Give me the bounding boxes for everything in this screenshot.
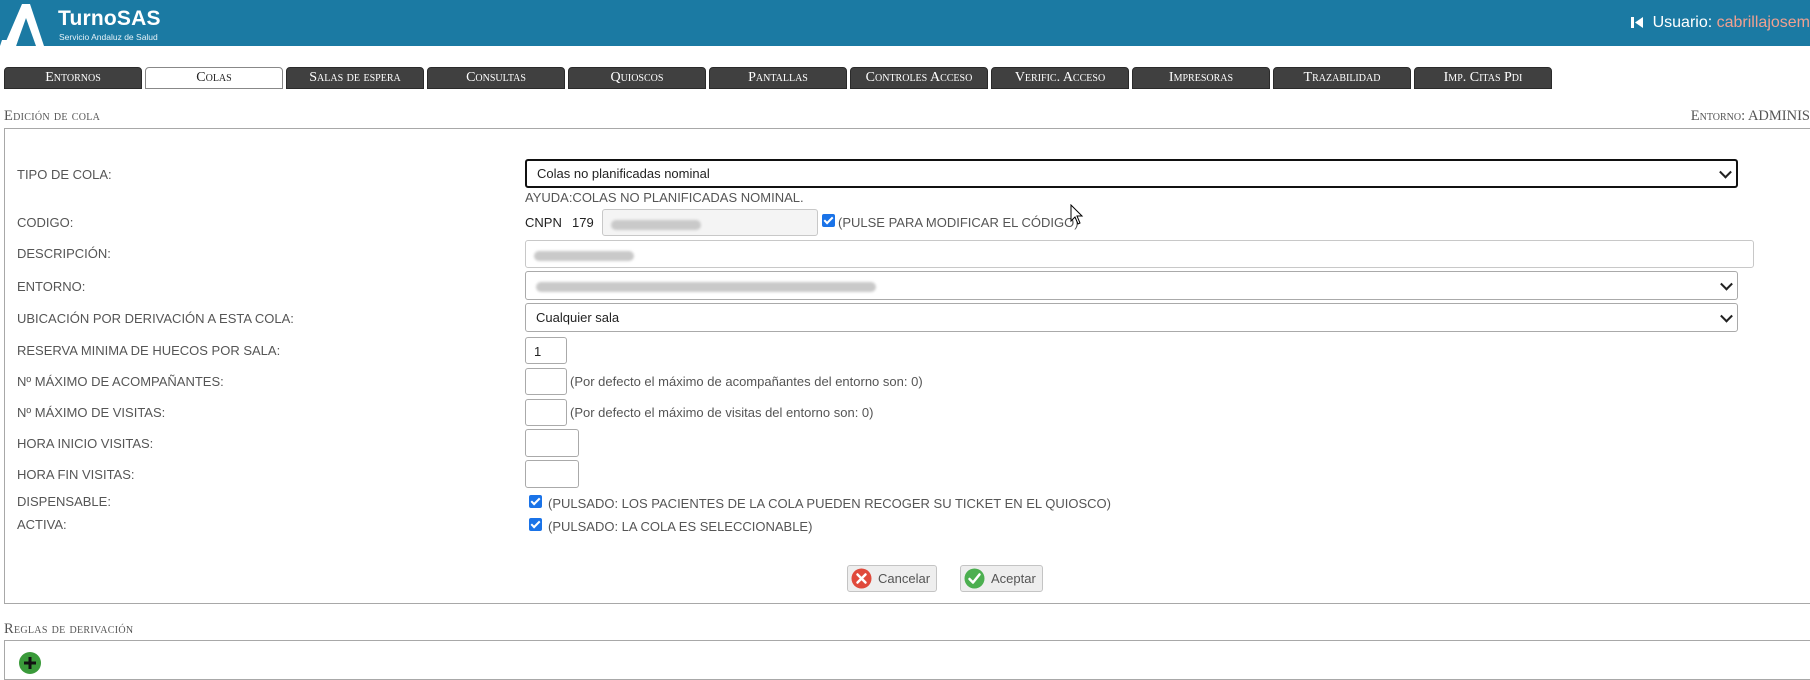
ubicacion-label: UBICACIÓN POR DERIVACIÓN A ESTA COLA: bbox=[17, 311, 294, 326]
tab-consultas[interactable]: Consultas bbox=[427, 67, 565, 89]
tab-entornos[interactable]: Entornos bbox=[4, 67, 142, 89]
brand-subtitle: Servicio Andaluz de Salud bbox=[59, 32, 158, 42]
edit-form-panel bbox=[4, 128, 1810, 604]
user-label: Usuario: bbox=[1652, 14, 1713, 31]
codigo-label: CODIGO: bbox=[17, 215, 74, 230]
max-acompanantes-hint: (Por defecto el máximo de acompañantes d… bbox=[570, 374, 923, 389]
blurred-entorno-value bbox=[536, 281, 876, 292]
hora-inicio-label: HORA INICIO VISITAS: bbox=[17, 436, 154, 451]
max-acompanantes-input[interactable] bbox=[525, 368, 567, 395]
reserva-label: RESERVA MINIMA DE HUECOS POR SALA: bbox=[17, 343, 281, 358]
codigo-modify-checkbox[interactable] bbox=[822, 214, 835, 227]
tab-imp-citas-pdi[interactable]: Imp. Citas Pdi bbox=[1414, 67, 1552, 89]
reserva-input[interactable]: 1 bbox=[525, 337, 567, 364]
add-icon[interactable] bbox=[18, 651, 42, 675]
tipo-cola-value: Colas no planificadas nominal bbox=[537, 166, 710, 181]
brand-name: TurnoSAS bbox=[58, 7, 161, 30]
descripcion-input[interactable] bbox=[525, 240, 1754, 268]
tab-controles-acceso[interactable]: Controles Acceso bbox=[850, 67, 988, 89]
tab-pantallas[interactable]: Pantallas bbox=[709, 67, 847, 89]
tab-verific-acceso[interactable]: Verific. Acceso bbox=[991, 67, 1129, 89]
accept-button[interactable]: Aceptar bbox=[960, 565, 1043, 592]
chevron-down-icon bbox=[1719, 165, 1732, 179]
logout-icon[interactable] bbox=[1631, 16, 1644, 29]
tipo-cola-label: TIPO DE COLA: bbox=[17, 167, 112, 182]
codigo-modify-hint: (PULSE PARA MODIFICAR EL CÓDIGO) bbox=[838, 215, 1079, 230]
dispensable-hint: (PULSADO: LOS PACIENTES DE LA COLA PUEDE… bbox=[548, 496, 1111, 511]
codigo-prefix: CNPN bbox=[525, 215, 562, 230]
activa-label: ACTIVA: bbox=[17, 517, 67, 532]
dispensable-label: DISPENSABLE: bbox=[17, 494, 111, 509]
check-icon bbox=[964, 568, 985, 589]
activa-checkbox[interactable] bbox=[529, 518, 542, 531]
chevron-down-icon bbox=[1720, 309, 1733, 323]
brand-logo-icon bbox=[0, 4, 44, 46]
descripcion-label: DESCRIPCIÓN: bbox=[17, 246, 111, 261]
dispensable-checkbox[interactable] bbox=[529, 495, 542, 508]
rules-panel bbox=[4, 640, 1810, 680]
codigo-number: 179 bbox=[572, 215, 594, 230]
tipo-cola-help: AYUDA:COLAS NO PLANIFICADAS NOMINAL. bbox=[525, 190, 804, 205]
max-acompanantes-label: Nº MÁXIMO DE ACOMPAÑANTES: bbox=[17, 374, 224, 389]
hora-fin-input[interactable] bbox=[525, 460, 579, 488]
activa-hint: (PULSADO: LA COLA ES SELECCIONABLE) bbox=[548, 519, 813, 534]
cancel-icon bbox=[851, 568, 872, 589]
cancel-label: Cancelar bbox=[878, 571, 931, 586]
codigo-input[interactable] bbox=[602, 209, 818, 236]
blurred-description-value bbox=[534, 250, 634, 261]
section-title-reglas: Reglas de derivación bbox=[4, 621, 134, 637]
accept-label: Aceptar bbox=[991, 571, 1036, 586]
top-header: TurnoSAS Servicio Andaluz de Salud Usuar… bbox=[0, 0, 1810, 46]
tipo-cola-select[interactable]: Colas no planificadas nominal bbox=[525, 159, 1738, 188]
tab-salas-de-espera[interactable]: Salas de espera bbox=[286, 67, 424, 89]
cancel-button[interactable]: Cancelar bbox=[847, 565, 937, 592]
user-name[interactable]: cabrillajosem bbox=[1717, 14, 1810, 31]
environment-label: Entorno: ADMINIS bbox=[1690, 108, 1810, 124]
mouse-cursor-icon bbox=[1070, 204, 1084, 225]
tab-impresoras[interactable]: Impresoras bbox=[1132, 67, 1270, 89]
entorno-label: ENTORNO: bbox=[17, 279, 86, 294]
blurred-code-value bbox=[611, 219, 701, 230]
max-visitas-label: Nº MÁXIMO DE VISITAS: bbox=[17, 405, 166, 420]
chevron-down-icon bbox=[1720, 277, 1733, 291]
ubicacion-select[interactable]: Cualquier sala bbox=[525, 303, 1738, 332]
hora-inicio-input[interactable] bbox=[525, 429, 579, 457]
max-visitas-hint: (Por defecto el máximo de visitas del en… bbox=[570, 405, 874, 420]
user-info: Usuario: cabrillajosem bbox=[1631, 14, 1810, 32]
tab-colas[interactable]: Colas bbox=[145, 67, 283, 89]
reserva-value: 1 bbox=[534, 344, 542, 359]
max-visitas-input[interactable] bbox=[525, 399, 567, 426]
section-title-edicion: Edición de cola bbox=[4, 108, 101, 124]
entorno-select[interactable] bbox=[525, 271, 1738, 300]
tab-quioscos[interactable]: Quioscos bbox=[568, 67, 706, 89]
tab-trazabilidad[interactable]: Trazabilidad bbox=[1273, 67, 1411, 89]
ubicacion-value: Cualquier sala bbox=[536, 310, 620, 325]
hora-fin-label: HORA FIN VISITAS: bbox=[17, 467, 135, 482]
